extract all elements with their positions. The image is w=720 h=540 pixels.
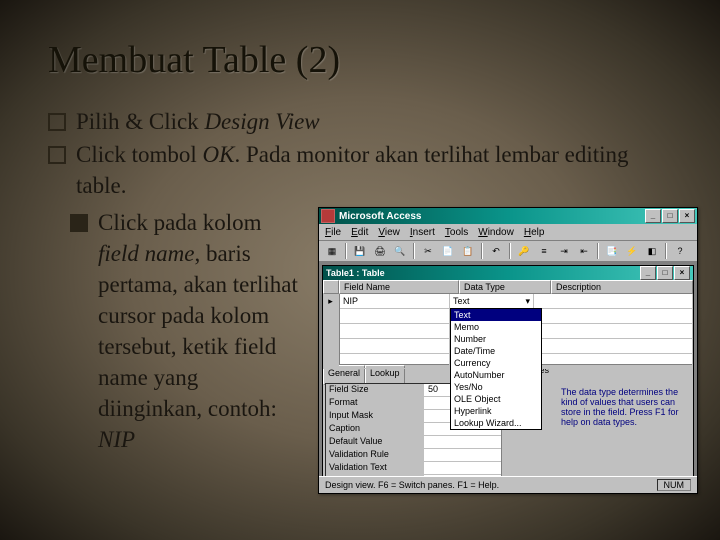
type-option[interactable]: Yes/No <box>451 381 541 393</box>
view-button[interactable]: ▦ <box>323 242 341 260</box>
type-option[interactable]: Lookup Wizard... <box>451 417 541 429</box>
b3-i2: NIP <box>98 427 135 452</box>
save-button[interactable]: 💾 <box>351 242 369 260</box>
bullet-2: Click tombol OK. Pada monitor akan terli… <box>48 139 672 201</box>
menu-window[interactable]: Window <box>478 227 514 238</box>
menu-help[interactable]: Help <box>524 227 545 238</box>
access-window: Microsoft Access _ □ × File Edit View In… <box>318 207 698 494</box>
child-titlebar[interactable]: Table1 : Table _ □ × <box>323 266 693 280</box>
b3-i1: field name <box>98 241 194 266</box>
status-text: Design view. F6 = Switch panes. F1 = Hel… <box>325 480 499 490</box>
data-type-dropdown[interactable]: Text Memo Number Date/Time Currency Auto… <box>450 308 542 430</box>
close-button[interactable]: × <box>679 209 695 223</box>
minimize-button[interactable]: _ <box>645 209 661 223</box>
paste-button[interactable]: 📋 <box>459 242 477 260</box>
slide-title: Membuat Table (2) <box>48 38 672 82</box>
maximize-button[interactable]: □ <box>662 209 678 223</box>
row-selector[interactable]: ▸ <box>323 294 339 309</box>
prop-key: Field Size <box>326 384 425 396</box>
rows-button[interactable]: ≡ <box>535 242 553 260</box>
col-field-name[interactable]: Field Name <box>339 280 459 294</box>
field-name-cell[interactable]: NIP <box>340 294 450 309</box>
prop-key: Format <box>326 397 425 409</box>
type-option[interactable]: Memo <box>451 321 541 333</box>
description-cell[interactable] <box>534 294 693 309</box>
bullet-1-italic: Design View <box>204 109 319 134</box>
filled-square-icon <box>70 214 88 232</box>
bullet-3: Click pada kolom field name, baris perta… <box>70 207 306 455</box>
build-button[interactable]: ⚡ <box>623 242 641 260</box>
grid-body[interactable]: ▸ NIP Text▾ Text <box>323 294 693 364</box>
bullet-2-text: Click tombol <box>76 142 203 167</box>
bullet-2-italic: OK <box>203 142 235 167</box>
menu-insert[interactable]: Insert <box>410 227 435 238</box>
prop-key: Input Mask <box>326 410 425 422</box>
cut-button[interactable]: ✂ <box>419 242 437 260</box>
type-option[interactable]: Currency <box>451 357 541 369</box>
child-max-button[interactable]: □ <box>657 266 673 280</box>
menu-bar[interactable]: File Edit View Insert Tools Window Help <box>319 224 697 241</box>
key-button[interactable]: 🔑 <box>515 242 533 260</box>
type-option[interactable]: OLE Object <box>451 393 541 405</box>
table-design-window: Table1 : Table _ □ × Field Name Data Typ… <box>322 265 694 476</box>
bullet-1: Pilih & Click Design View <box>48 106 672 137</box>
undo-button[interactable]: ↶ <box>487 242 505 260</box>
type-option[interactable]: Date/Time <box>451 345 541 357</box>
status-bar: Design view. F6 = Switch panes. F1 = Hel… <box>319 476 697 493</box>
insert-row-button[interactable]: ⇥ <box>555 242 573 260</box>
hint-text: The data type determines the kind of val… <box>553 365 693 476</box>
prop-val[interactable] <box>425 449 501 461</box>
app-title: Microsoft Access <box>339 211 421 222</box>
num-indicator: NUM <box>657 479 692 491</box>
prop-key: Default Value <box>326 436 425 448</box>
prop-key: Validation Rule <box>326 449 425 461</box>
toolbar: ▦ 💾 🖨 🔍 ✂ 📄 📋 ↶ 🔑 ≡ ⇥ ⇤ <box>319 241 697 262</box>
menu-view[interactable]: View <box>378 227 400 238</box>
preview-button[interactable]: 🔍 <box>391 242 409 260</box>
prop-key: Caption <box>326 423 425 435</box>
properties-button[interactable]: 📑 <box>603 242 621 260</box>
db-window-button[interactable]: ◧ <box>643 242 661 260</box>
type-option[interactable]: AutoNumber <box>451 369 541 381</box>
prop-val[interactable] <box>425 436 501 448</box>
grid-header: Field Name Data Type Description <box>323 280 693 294</box>
child-close-button[interactable]: × <box>674 266 690 280</box>
child-title-text: Table1 : Table <box>326 268 385 278</box>
col-description[interactable]: Description <box>551 280 693 294</box>
row-selector-header[interactable] <box>323 280 339 294</box>
app-titlebar[interactable]: Microsoft Access _ □ × <box>319 208 697 224</box>
copy-button[interactable]: 📄 <box>439 242 457 260</box>
menu-file[interactable]: File <box>325 227 341 238</box>
menu-edit[interactable]: Edit <box>351 227 368 238</box>
delete-row-button[interactable]: ⇤ <box>575 242 593 260</box>
app-icon <box>321 209 335 223</box>
col-data-type[interactable]: Data Type <box>459 280 551 294</box>
b3-p1: Click pada kolom <box>98 210 262 235</box>
square-icon <box>48 113 66 131</box>
print-button[interactable]: 🖨 <box>371 242 389 260</box>
type-option[interactable]: Number <box>451 333 541 345</box>
data-type-cell[interactable]: Text▾ <box>450 294 534 309</box>
menu-tools[interactable]: Tools <box>445 227 468 238</box>
bullet-1-text: Pilih & Click <box>76 109 204 134</box>
b3-p2: , baris pertama, akan terlihat cursor pa… <box>98 241 298 421</box>
prop-val[interactable] <box>425 462 501 474</box>
type-option[interactable]: Hyperlink <box>451 405 541 417</box>
child-min-button[interactable]: _ <box>640 266 656 280</box>
square-icon <box>48 146 66 164</box>
type-option[interactable]: Text <box>451 309 541 321</box>
prop-key: Validation Text <box>326 462 425 474</box>
help-button[interactable]: ? <box>671 242 689 260</box>
